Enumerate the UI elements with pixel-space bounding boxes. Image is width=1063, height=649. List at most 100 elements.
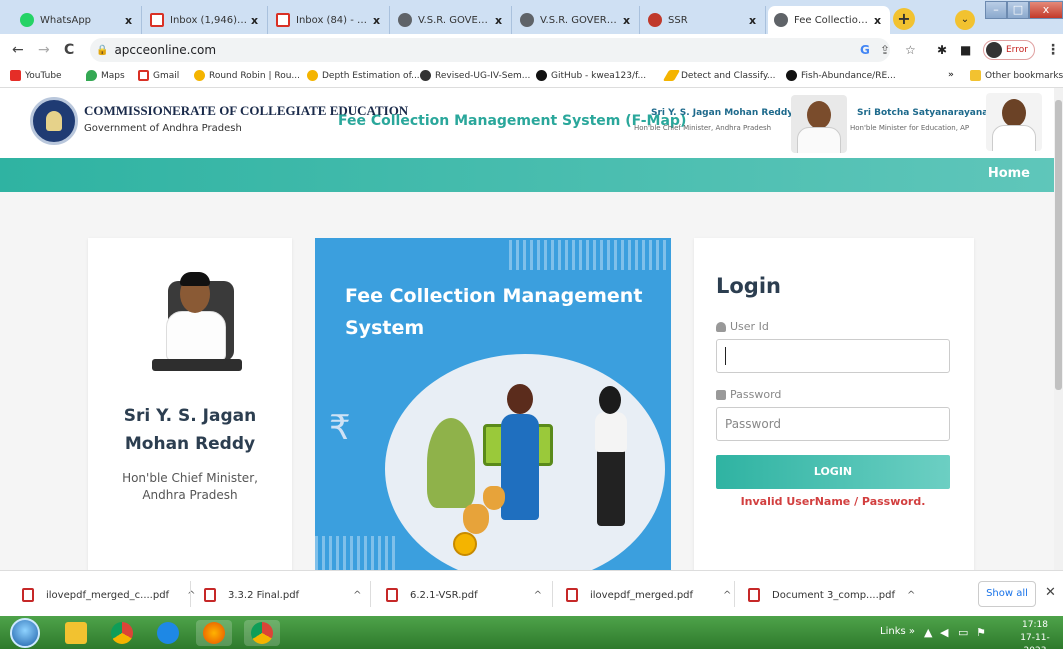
expand-icon[interactable]: »: [909, 626, 915, 637]
clock-time: 17:18: [1022, 620, 1048, 630]
globe-icon: [420, 70, 431, 81]
student-illustration: [501, 414, 539, 520]
sidebar-icon[interactable]: ■: [960, 43, 971, 57]
speaker-icon[interactable]: ◀: [940, 626, 948, 639]
tab-close-icon[interactable]: x: [251, 14, 261, 27]
chevron-up-icon[interactable]: ^: [723, 590, 731, 601]
bookmark-maps[interactable]: Maps: [86, 70, 125, 81]
tray-arrow-icon[interactable]: ▲: [924, 626, 932, 639]
maximize-button[interactable]: □: [1007, 1, 1029, 19]
google-translate-icon[interactable]: G: [860, 43, 870, 57]
avatar: [986, 42, 1002, 58]
bookmark-depth-estimation[interactable]: Depth Estimation of...: [307, 70, 420, 81]
tab-gmail-inbox-1[interactable]: Inbox (1,946) - rafi x: [144, 6, 268, 34]
ssr-icon: [648, 13, 662, 27]
star-icon[interactable]: ☆: [905, 43, 916, 57]
tab-gmail-inbox-2[interactable]: Inbox (84) - rafiah x: [270, 6, 390, 34]
bookmarks-overflow-button[interactable]: »: [948, 70, 954, 80]
url-text: apcceonline.com: [114, 43, 217, 57]
web-page: COMMISSIONERATE OF COLLEGIATE EDUCATION …: [0, 88, 1054, 570]
profile-button[interactable]: Error: [983, 40, 1035, 60]
bookmark-youtube[interactable]: YouTube: [10, 70, 62, 81]
bookmark-label: Revised-UG-IV-Sem...: [435, 70, 531, 81]
bookmark-detect-classify[interactable]: Detect and Classify...: [662, 70, 775, 81]
login-button[interactable]: LOGIN: [716, 455, 950, 489]
bookmark-github[interactable]: GitHub - kwea123/f...: [536, 70, 646, 81]
other-bookmarks[interactable]: Other bookmarks: [970, 70, 1063, 81]
download-filename: ilovepdf_merged_c....pdf: [46, 589, 170, 601]
pdf-file-icon: [204, 588, 216, 602]
banner-title: Fee Collection Management System: [345, 280, 665, 344]
download-item[interactable]: 6.2.1-VSR.pdf ^: [386, 585, 542, 605]
start-button[interactable]: [10, 618, 40, 648]
scrollbar-thumb[interactable]: [1055, 100, 1062, 390]
bookmark-fish-abundance[interactable]: Fish-Abundance/RE...: [786, 70, 896, 81]
leader1-role: Hon'ble Chief Minister, Andhra Pradesh: [634, 124, 772, 132]
file-explorer-icon[interactable]: [58, 620, 94, 646]
tab-label: Fee Collection Ma: [794, 14, 870, 26]
chevron-up-icon[interactable]: ^: [353, 590, 361, 601]
share-icon[interactable]: ⇪: [880, 43, 890, 57]
tab-close-icon[interactable]: x: [125, 14, 135, 27]
userid-input[interactable]: [716, 339, 950, 373]
nav-bar: Home: [0, 158, 1054, 192]
tab-close-icon[interactable]: x: [623, 14, 633, 27]
password-input[interactable]: [716, 407, 950, 441]
network-icon[interactable]: ▭: [958, 626, 968, 639]
gmail-icon: [150, 13, 164, 27]
extensions-icon[interactable]: ✱: [937, 43, 947, 57]
tab-search-button[interactable]: ⌄: [955, 10, 975, 30]
back-button[interactable]: ←: [12, 42, 24, 58]
chevron-up-icon[interactable]: ^: [187, 590, 195, 601]
decorative-stripes: [315, 536, 395, 570]
gmail-icon: [138, 70, 149, 81]
internet-explorer-icon[interactable]: [150, 620, 186, 646]
url-bar[interactable]: 🔒 apcceonline.com: [90, 38, 890, 62]
reload-button[interactable]: C: [64, 42, 74, 58]
tab-whatsapp[interactable]: WhatsApp x: [14, 6, 142, 34]
bookmark-gmail[interactable]: Gmail: [138, 70, 179, 81]
divider: [370, 581, 371, 607]
close-downloads-icon[interactable]: ✕: [1045, 585, 1056, 600]
chevron-up-icon[interactable]: ^: [534, 590, 542, 601]
download-item[interactable]: ilovepdf_merged.pdf ^: [566, 585, 731, 605]
tab-close-icon[interactable]: x: [495, 14, 505, 27]
tab-vsr-2[interactable]: V.S.R. GOVERNME x: [514, 6, 640, 34]
chrome-window-icon[interactable]: [244, 620, 280, 646]
tab-close-icon[interactable]: x: [874, 14, 884, 27]
download-item[interactable]: Document 3_comp....pdf ^: [748, 585, 915, 605]
bookmark-label: Round Robin | Rou...: [209, 70, 301, 81]
address-bar: ← → C 🔒 apcceonline.com G ⇪ ☆ ✱ ■ Error …: [0, 34, 1063, 66]
download-item[interactable]: 3.3.2 Final.pdf ^: [204, 585, 361, 605]
new-tab-button[interactable]: +: [893, 8, 915, 30]
name-line: Sri Y. S. Jagan: [123, 406, 257, 426]
tab-ssr[interactable]: SSR x: [642, 6, 766, 34]
tab-fee-collection[interactable]: Fee Collection Ma x: [768, 6, 890, 34]
firefox-icon[interactable]: [196, 620, 232, 646]
action-center-flag-icon[interactable]: ⚑: [976, 626, 986, 639]
minimize-button[interactable]: –: [985, 1, 1007, 19]
tab-vsr-1[interactable]: V.S.R. GOVERNME x: [392, 6, 512, 34]
bookmark-revised-ug[interactable]: Revised-UG-IV-Sem...: [420, 70, 530, 81]
download-item[interactable]: ilovepdf_merged_c....pdf ^: [22, 585, 195, 605]
tab-close-icon[interactable]: x: [373, 14, 383, 27]
banner-title-line: Fee Collection Management: [345, 285, 643, 307]
maps-icon: [86, 70, 97, 81]
tab-close-icon[interactable]: x: [749, 14, 759, 27]
name-line: Mohan Reddy: [124, 434, 256, 454]
forward-button[interactable]: →: [38, 42, 50, 58]
page-scrollbar[interactable]: [1054, 88, 1063, 570]
window-close-button[interactable]: x: [1029, 1, 1063, 19]
bookmark-round-robin[interactable]: Round Robin | Rou...: [194, 70, 300, 81]
chrome-icon[interactable]: [104, 620, 140, 646]
nav-home-link[interactable]: Home: [988, 166, 1030, 181]
money-bag-illustration: [463, 504, 489, 534]
globe-icon: [520, 13, 534, 27]
show-all-downloads-button[interactable]: Show all: [978, 581, 1036, 607]
menu-icon[interactable]: ⋮: [1046, 42, 1060, 58]
folder-icon: [970, 70, 981, 81]
links-label: Links: [880, 626, 906, 637]
chevron-up-icon[interactable]: ^: [907, 590, 915, 601]
taskbar-links-toolbar[interactable]: Links »: [880, 626, 915, 637]
system-clock[interactable]: 17:18 17-11-2023: [1010, 619, 1060, 649]
